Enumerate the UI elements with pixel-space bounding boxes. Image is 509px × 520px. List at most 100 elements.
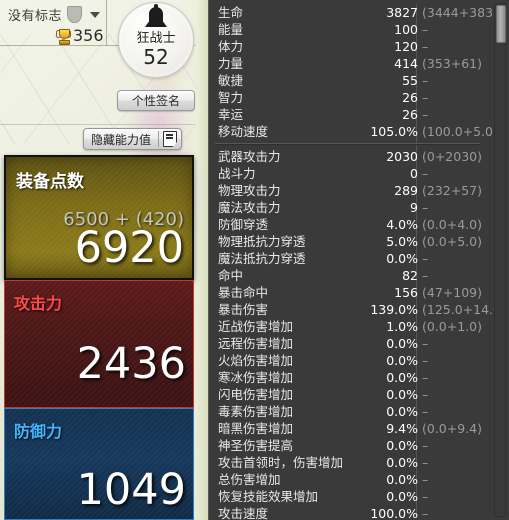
stat-group: 生命 3827 (3444+383) 能量 100– 体力 120– 力量 414 (353+61… [209, 4, 498, 140]
stat-row: 总伤害增加 0.0% – [209, 471, 486, 488]
stat-row: 暴击命中 156 (47+109) [209, 284, 486, 301]
shield-icon [67, 6, 83, 23]
stat-row: 攻击速度 100.0% – [209, 505, 486, 520]
stat-row: 武器攻击力 2030 (0+2030) [209, 148, 486, 165]
stat-row: 近战伤害增加 1.0% (0.0+1.0) [209, 318, 486, 335]
stats-scrollbar-track[interactable] [494, 3, 506, 517]
stat-name: 力量 [218, 56, 244, 71]
attack-power-panel: 攻击力 2436 [4, 280, 194, 408]
stat-name: 生命 [218, 5, 244, 20]
stat-value: 100 [394, 22, 418, 37]
note-icon[interactable] [159, 129, 181, 149]
signature-button[interactable]: 个性签名 [117, 90, 195, 111]
stat-row: 战斗力 0– [209, 165, 486, 182]
stat-row: 恢复技能效果增加 0.0% – [209, 488, 486, 505]
stat-name: 防御穿透 [218, 217, 269, 232]
stat-row: 寒冰伤害增加 0.0% – [209, 369, 486, 386]
stat-detail: – [422, 387, 429, 402]
stat-detail: – [422, 73, 429, 88]
stat-detail: – [422, 107, 429, 122]
guild-label: 没有标志 [8, 9, 63, 24]
stat-name: 移动速度 [218, 124, 269, 139]
attack-power-value: 2436 [76, 339, 186, 389]
stat-name: 物理抵抗力穿透 [218, 234, 306, 249]
stat-name: 神圣伤害提高 [218, 438, 294, 453]
stat-detail: – [422, 90, 429, 105]
stat-value: 414 [394, 56, 418, 71]
stat-detail: – [422, 489, 429, 504]
stat-name: 攻击速度 [218, 506, 269, 520]
stat-name: 体力 [218, 39, 244, 54]
stat-row: 魔法攻击力 9– [209, 199, 486, 216]
stat-value: 0.0% [386, 353, 418, 368]
defense-power-panel: 防御力 1049 [4, 408, 194, 520]
stat-name: 魔法攻击力 [218, 200, 281, 215]
stat-detail: (125.0+14.0 [422, 302, 501, 317]
attack-power-title: 攻击力 [14, 294, 63, 313]
stat-row: 神圣伤害提高 0.0% – [209, 437, 486, 454]
trophy-count: 356 [73, 26, 104, 45]
hide-stats-button[interactable]: 隐藏能力值 [83, 128, 183, 150]
stat-value: 2030 [386, 149, 418, 164]
stat-detail: – [422, 22, 429, 37]
stat-value: 0.0% [386, 489, 418, 504]
stat-detail: – [422, 251, 429, 266]
stat-value: 105.0% [370, 124, 418, 139]
gear-score-panel: 装备点数 6500 + (420) 6920 [4, 155, 194, 280]
stat-detail: (100.0+5.0) [422, 124, 498, 139]
stat-name: 能量 [218, 22, 244, 37]
guild-row[interactable]: 没有标志 [8, 5, 101, 24]
stat-row: 防御穿透 4.0% (0.0+4.0) [209, 216, 486, 233]
stat-value: 55 [402, 73, 418, 88]
character-scene-pane: 没有标志 356 狂战士 52 个性签名 隐藏能力值 装备点数 6500 + (… [0, 0, 208, 520]
stat-value: 120 [394, 39, 418, 54]
stat-row: 力量 414 (353+61) [209, 55, 486, 72]
stat-detail: (3444+383) [422, 5, 498, 20]
stat-value: 0.0% [386, 370, 418, 385]
stats-scrollbar-thumb[interactable] [496, 5, 506, 43]
stats-panel: 生命 3827 (3444+383) 能量 100– 体力 120– 力量 414 (353+61… [208, 0, 509, 520]
gear-score-title: 装备点数 [16, 172, 84, 192]
stat-detail: – [422, 472, 429, 487]
character-level: 52 [143, 45, 169, 69]
stat-row: 智力 26– [209, 89, 486, 106]
stat-detail: (47+109) [422, 285, 482, 300]
stat-value: 26 [402, 107, 418, 122]
stat-value: 0.0% [386, 455, 418, 470]
stat-detail: – [422, 166, 429, 181]
stat-detail: – [422, 353, 429, 368]
stat-value: 0.0% [386, 472, 418, 487]
stat-row: 幸运 26– [209, 106, 486, 123]
scene-divider-vertical [106, 0, 107, 45]
stat-row: 命中 82– [209, 267, 486, 284]
stat-row: 能量 100– [209, 21, 486, 38]
class-medallion[interactable]: 狂战士 52 [118, 2, 194, 78]
stat-row: 物理攻击力 289 (232+57) [209, 182, 486, 199]
stat-row: 火焰伤害增加 0.0% – [209, 352, 486, 369]
stat-name: 武器攻击力 [218, 149, 281, 164]
stat-value: 26 [402, 90, 418, 105]
stat-value: 1.0% [386, 319, 418, 334]
stat-detail: – [422, 336, 429, 351]
stat-name: 暴击伤害 [218, 302, 269, 317]
stat-name: 物理攻击力 [218, 183, 281, 198]
stat-name: 暗黑伤害增加 [218, 421, 294, 436]
stat-group: 武器攻击力 2030 (0+2030) 战斗力 0– 物理攻击力 289 (232+57) 魔法… [209, 148, 501, 520]
stat-row: 生命 3827 (3444+383) [209, 4, 498, 21]
stat-detail: (0+2030) [422, 149, 482, 164]
stat-name: 闪电伤害增加 [218, 387, 294, 402]
stat-name: 幸运 [218, 107, 244, 122]
chevron-down-icon[interactable] [90, 11, 101, 18]
stat-value: 4.0% [386, 217, 418, 232]
class-name: 狂战士 [136, 31, 176, 46]
stat-name: 敏捷 [218, 73, 244, 88]
stat-value: 9 [410, 200, 418, 215]
stat-detail: (232+57) [422, 183, 482, 198]
stat-detail: – [422, 455, 429, 470]
stat-row: 闪电伤害增加 0.0% – [209, 386, 486, 403]
stat-detail: – [422, 39, 429, 54]
stat-row: 毒素伤害增加 0.0% – [209, 403, 486, 420]
stat-name: 远程伤害增加 [218, 336, 294, 351]
game-character-stats-window: 没有标志 356 狂战士 52 个性签名 隐藏能力值 装备点数 6500 + (… [0, 0, 509, 520]
stat-row: 体力 120– [209, 38, 486, 55]
